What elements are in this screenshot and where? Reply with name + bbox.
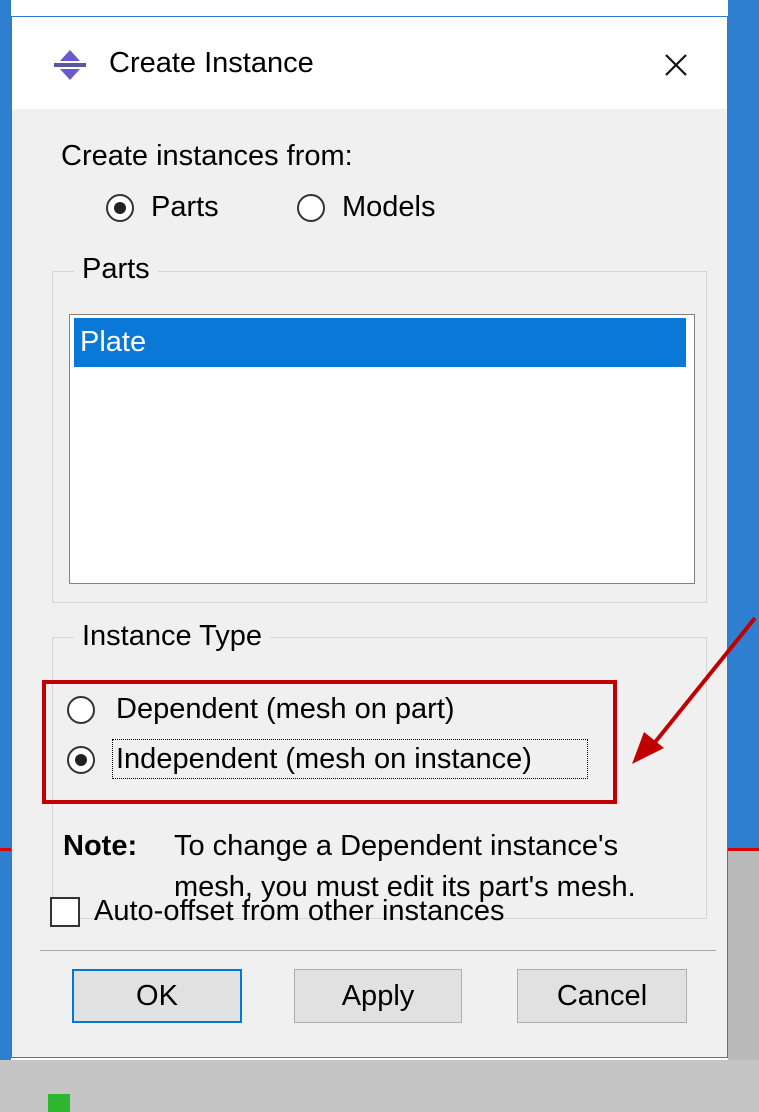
axis-marker <box>48 1094 70 1112</box>
radio-parts[interactable] <box>106 194 134 222</box>
app-icon <box>54 50 86 80</box>
auto-offset-checkbox[interactable] <box>50 897 80 927</box>
note-label: Note: <box>63 830 138 862</box>
list-item-plate[interactable]: Plate <box>74 318 686 367</box>
title-bar: Create Instance <box>12 17 727 109</box>
close-icon <box>665 54 687 76</box>
radio-models-label[interactable]: Models <box>342 191 436 224</box>
close-button[interactable] <box>652 41 700 89</box>
apply-button[interactable]: Apply <box>294 969 462 1023</box>
parts-group-title: Parts <box>74 253 158 286</box>
instance-type-group-title: Instance Type <box>74 620 271 653</box>
cancel-button[interactable]: Cancel <box>517 969 687 1023</box>
note-line-1: To change a Dependent instance's <box>174 830 619 862</box>
ok-button[interactable]: OK <box>72 969 242 1023</box>
annotation-arrow <box>632 616 757 764</box>
dialog-title: Create Instance <box>109 47 314 79</box>
viewport-red-line-right <box>728 848 759 851</box>
auto-offset-label[interactable]: Auto-offset from other instances <box>94 895 505 928</box>
radio-models[interactable] <box>297 194 325 222</box>
radio-parts-label[interactable]: Parts <box>151 191 219 224</box>
viewport-bottom <box>0 1060 759 1112</box>
viewport-red-line-left <box>0 848 11 851</box>
parts-list[interactable]: Plate <box>69 314 695 584</box>
desktop-background-left <box>0 0 11 1112</box>
create-instance-dialog: Create Instance Create instances from: P… <box>11 16 728 1058</box>
create-from-label: Create instances from: <box>61 140 353 172</box>
annotation-highlight-box <box>42 680 617 804</box>
button-separator <box>40 950 716 951</box>
